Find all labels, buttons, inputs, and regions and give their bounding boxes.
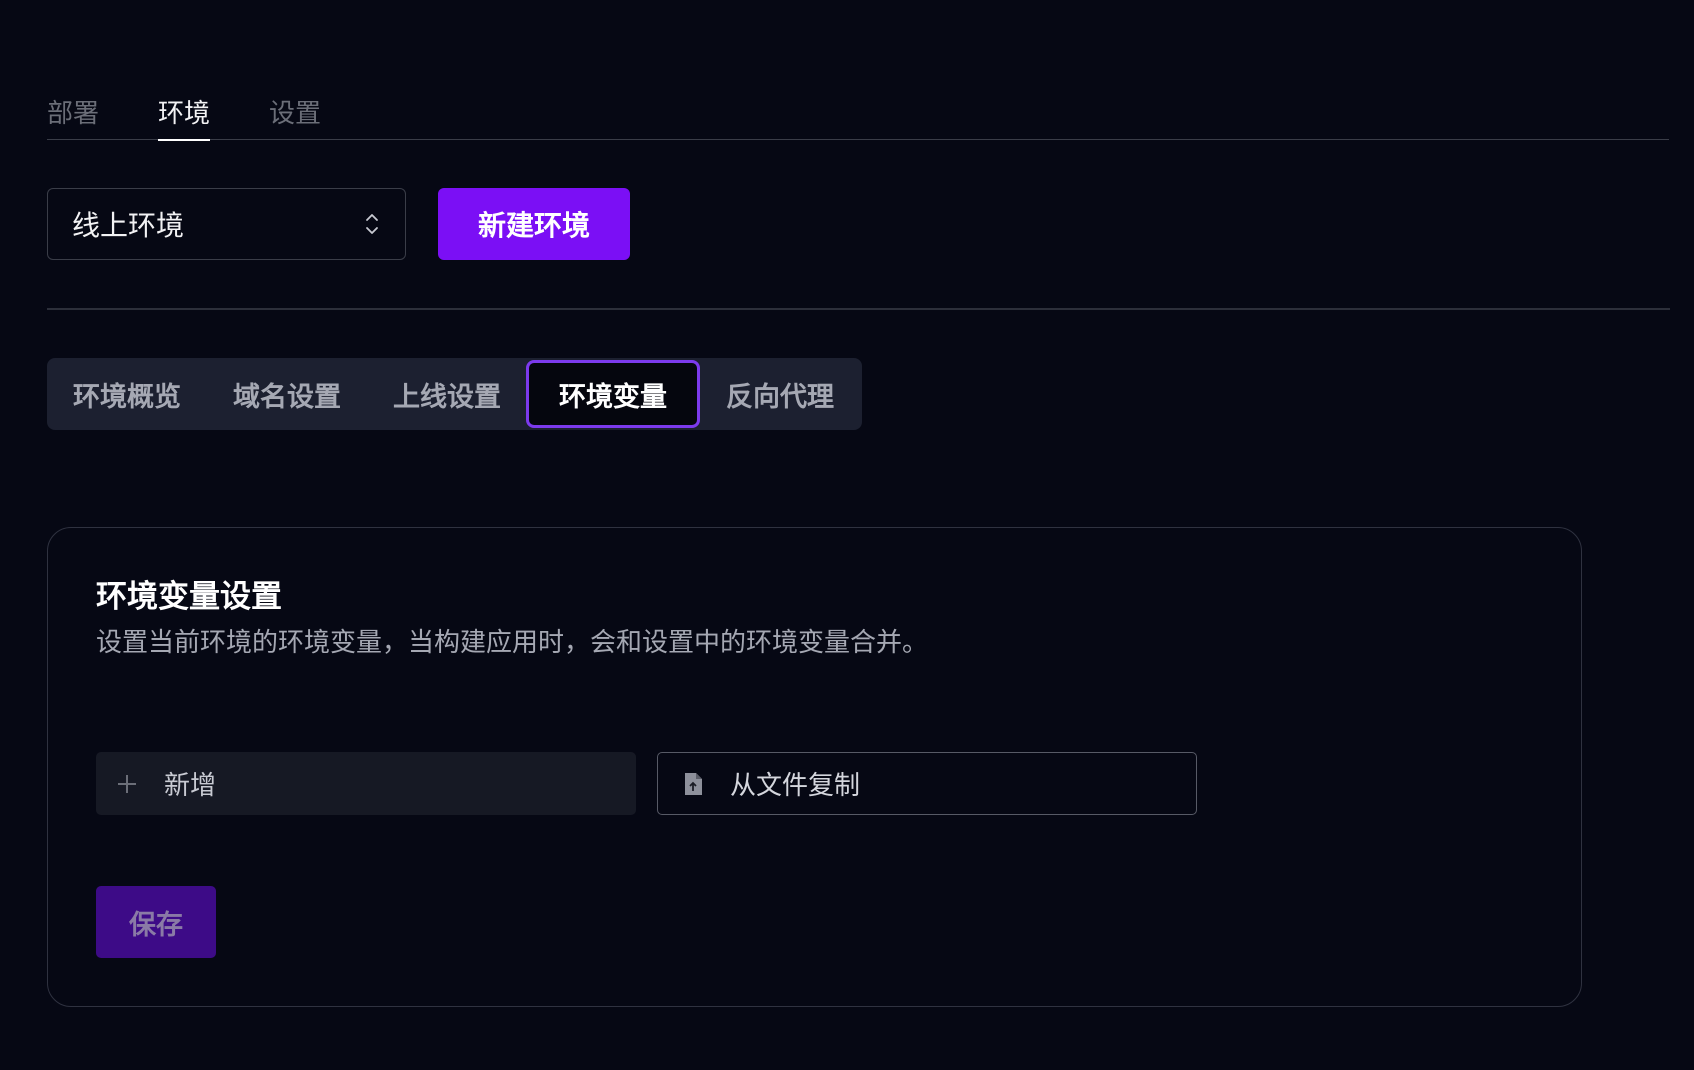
section-divider bbox=[47, 308, 1670, 310]
environment-select-value: 线上环境 bbox=[72, 209, 185, 242]
tab-deploy[interactable]: 部署 bbox=[47, 92, 99, 140]
copy-from-file-button[interactable]: 从文件复制 bbox=[657, 752, 1197, 815]
card-title: 环境变量设置 bbox=[96, 579, 282, 615]
environment-sub-tabs: 环境概览 域名设置 上线设置 环境变量 反向代理 bbox=[47, 358, 862, 430]
tab-settings[interactable]: 设置 bbox=[269, 92, 321, 140]
tab-environment[interactable]: 环境 bbox=[158, 92, 211, 141]
new-environment-button[interactable]: 新建环境 bbox=[438, 188, 630, 260]
add-variable-button[interactable]: 新增 bbox=[96, 752, 636, 815]
environment-variables-card: 环境变量设置 设置当前环境的环境变量，当构建应用时，会和设置中的环境变量合并。 … bbox=[47, 527, 1582, 1007]
environment-select[interactable]: 线上环境 bbox=[47, 188, 406, 260]
tab-environment-variables[interactable]: 环境变量 bbox=[526, 360, 700, 428]
chevron-up-down-icon bbox=[366, 214, 378, 234]
save-button[interactable]: 保存 bbox=[96, 886, 216, 958]
environment-settings-page: 部署 环境 设置 线上环境 新建环境 环境概览 域名设置 上线设置 环境变量 反… bbox=[0, 0, 1694, 1070]
tab-release-settings[interactable]: 上线设置 bbox=[367, 358, 527, 430]
top-tabs: 部署 环境 设置 bbox=[47, 92, 1669, 141]
tab-domain-settings[interactable]: 域名设置 bbox=[207, 358, 367, 430]
copy-from-file-label: 从文件复制 bbox=[730, 771, 861, 801]
plus-icon bbox=[118, 774, 136, 793]
add-variable-label: 新增 bbox=[164, 771, 217, 801]
tab-reverse-proxy[interactable]: 反向代理 bbox=[700, 358, 860, 430]
card-description: 设置当前环境的环境变量，当构建应用时，会和设置中的环境变量合并。 bbox=[96, 628, 929, 658]
tab-environment-overview[interactable]: 环境概览 bbox=[47, 358, 207, 430]
file-upload-icon bbox=[685, 772, 702, 795]
